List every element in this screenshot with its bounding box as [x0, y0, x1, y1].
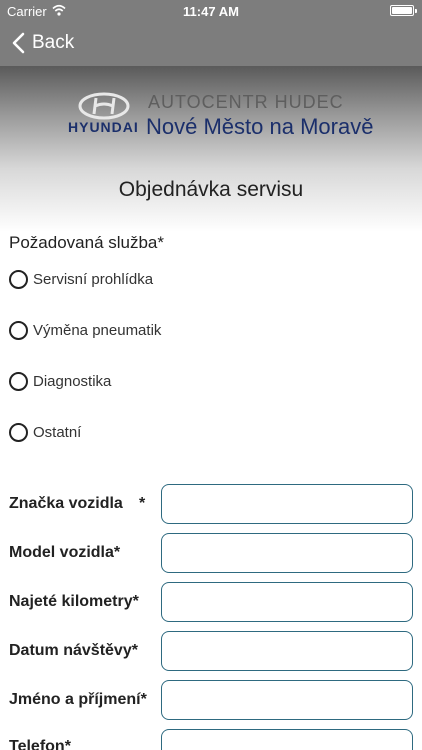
brand-label: Značka vozidla	[9, 495, 123, 512]
service-option-other[interactable]: Ostatní	[9, 420, 81, 444]
radio-button[interactable]	[9, 422, 28, 442]
radio-button[interactable]	[9, 371, 28, 391]
mileage-input[interactable]	[161, 582, 413, 622]
visit-date-label: Datum návštěvy*	[9, 642, 138, 659]
back-button[interactable]: Back	[10, 30, 74, 56]
chevron-left-icon	[12, 32, 25, 54]
service-option-label: Diagnostika	[33, 372, 112, 390]
dealer-logo: HYUNDAI AUTOCENTR HUDEC Nové Město na Mo…	[66, 90, 373, 140]
model-label: Model vozidla*	[9, 544, 121, 561]
model-input[interactable]	[161, 533, 413, 573]
brand-required-star: *	[139, 495, 146, 512]
visit-date-input[interactable]	[161, 631, 413, 671]
full-name-label: Jméno a příjmení*	[9, 691, 147, 708]
brand-input[interactable]	[161, 484, 413, 524]
service-option-inspection[interactable]: Servisní prohlídka	[9, 267, 153, 291]
full-name-input[interactable]	[161, 680, 413, 720]
phone-input[interactable]	[161, 729, 413, 750]
service-section-label: Požadovaná služba*	[9, 233, 165, 252]
service-option-diagnostics[interactable]: Diagnostika	[9, 369, 111, 393]
dealer-name: AUTOCENTR HUDEC	[148, 92, 344, 112]
battery-icon	[390, 5, 417, 16]
service-option-tyres[interactable]: Výměna pneumatik	[9, 318, 161, 342]
service-option-label: Servisní prohlídka	[33, 270, 154, 288]
status-bar: Carrier 11:47 AM	[0, 0, 422, 22]
brand-wordmark: HYUNDAI	[68, 119, 139, 135]
service-option-label: Výměna pneumatik	[33, 321, 162, 339]
dealer-city: Nové Město na Moravě	[146, 114, 374, 139]
hyundai-logo-icon	[78, 92, 130, 120]
back-label: Back	[32, 32, 75, 53]
radio-button[interactable]	[9, 320, 28, 340]
service-option-label: Ostatní	[33, 423, 82, 441]
mileage-label: Najeté kilometry*	[9, 593, 139, 610]
clock: 11:47 AM	[183, 4, 239, 19]
navigation-bar: Carrier 11:47 AM Back	[0, 0, 422, 66]
phone-label: Telefon*	[9, 738, 71, 750]
radio-button[interactable]	[9, 269, 28, 289]
page-title: Objednávka servisu	[118, 178, 304, 201]
